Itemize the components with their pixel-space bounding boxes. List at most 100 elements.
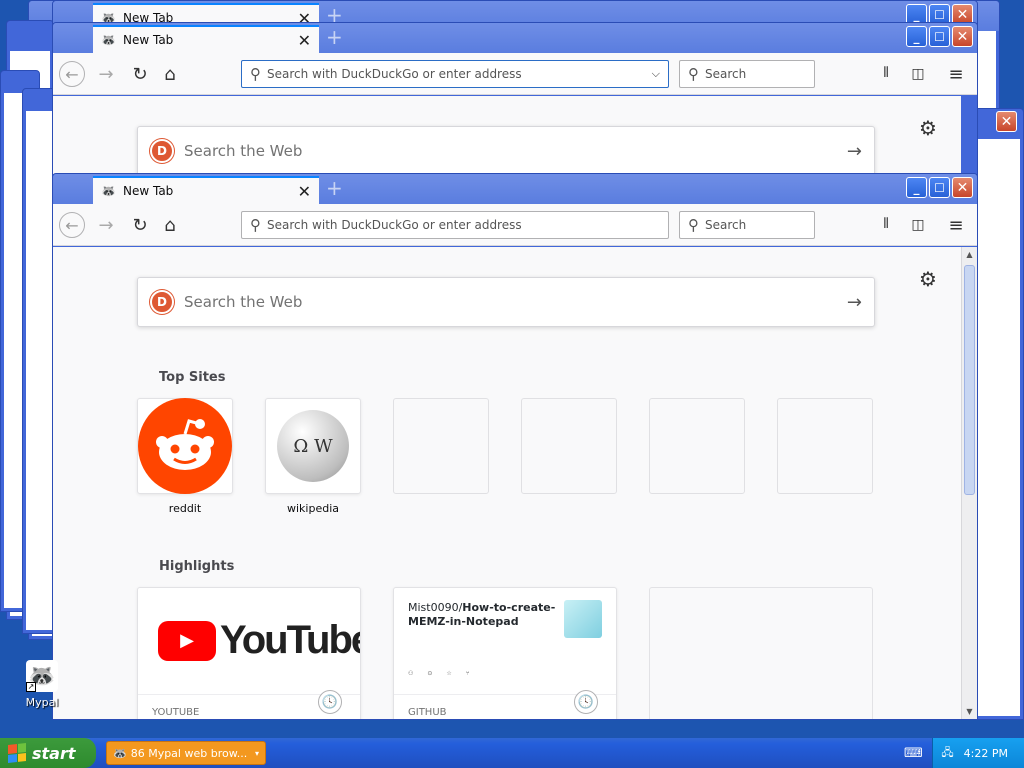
top-site-empty[interactable]: [521, 398, 617, 494]
highlight-card-github[interactable]: Mist0090/How-to-create-MEMZ-in-Notepad ⚇…: [393, 587, 617, 719]
scroll-down-icon[interactable]: ▼: [962, 704, 977, 719]
highlight-card-empty[interactable]: [649, 587, 873, 719]
forward-icon[interactable]: →: [93, 212, 119, 238]
empty-tile[interactable]: [393, 398, 489, 494]
top-site-label: wikipedia: [286, 502, 339, 515]
issues-icon: ⊙: [427, 670, 433, 677]
top-site-reddit[interactable]: reddit: [137, 398, 233, 515]
web-search-placeholder: Search the Web: [184, 142, 303, 160]
shortcut-arrow-icon: ↗: [26, 682, 36, 692]
top-site-empty[interactable]: [649, 398, 745, 494]
address-placeholder: Search with DuckDuckGo or enter address: [267, 67, 522, 81]
chevron-down-icon[interactable]: ⌵: [652, 67, 660, 81]
taskbar-item-label: 86 Mypal web brow...: [130, 746, 248, 760]
mypal-icon: 🦝 ↗: [26, 660, 58, 692]
play-icon: ▶: [158, 620, 216, 661]
library-icon[interactable]: 𝍪: [873, 61, 899, 87]
address-bar[interactable]: ⚲ Search with DuckDuckGo or enter addres…: [241, 211, 669, 239]
contributors-icon: ⚇: [408, 670, 414, 677]
desktop-icon-mypal[interactable]: 🦝 ↗ Mypal: [18, 660, 66, 709]
minimize-icon[interactable]: _: [906, 26, 927, 47]
search-placeholder: Search: [705, 67, 747, 81]
new-tab-button[interactable]: +: [326, 178, 343, 198]
menu-icon[interactable]: ≡: [943, 212, 969, 238]
mypal-favicon-icon: 🦝: [101, 33, 116, 47]
maximize-icon[interactable]: ☐: [929, 26, 950, 47]
search-icon: ⚲: [250, 216, 261, 234]
maximize-icon[interactable]: ☐: [929, 177, 950, 198]
tab-new-tab[interactable]: 🦝 New Tab ✕: [93, 176, 319, 204]
vertical-scrollbar[interactable]: ▲ ▼: [961, 247, 977, 719]
sidebar-icon[interactable]: ◫: [905, 61, 931, 87]
wikipedia-globe-icon: Ω W: [277, 410, 349, 482]
newtab-content: ⚙ D Search the Web → Top Sites reddit Ω …: [53, 247, 961, 719]
clock: 4:22 PM: [963, 746, 1008, 760]
home-icon[interactable]: ⌂: [157, 61, 183, 87]
repo-stats: ⚇ ⊙ ☆ ⑂: [408, 670, 469, 677]
back-icon[interactable]: ←: [59, 212, 85, 238]
scroll-up-icon[interactable]: ▲: [962, 247, 977, 262]
web-search-box[interactable]: D Search the Web →: [137, 126, 875, 176]
desktop-icon-label: Mypal: [25, 696, 59, 709]
top-sites-title: Top Sites: [159, 370, 226, 385]
reload-icon[interactable]: ↻: [127, 61, 153, 87]
chevron-down-icon[interactable]: ▾: [255, 749, 259, 758]
nav-toolbar: ← → ↻ ⌂ ⚲ Search with DuckDuckGo or ente…: [53, 204, 977, 246]
top-site-empty[interactable]: [777, 398, 873, 494]
search-icon: ⚲: [688, 216, 699, 234]
web-search-placeholder: Search the Web: [184, 293, 303, 311]
search-bar[interactable]: ⚲ Search: [679, 211, 815, 239]
gear-icon[interactable]: ⚙: [919, 116, 937, 140]
new-tab-button[interactable]: +: [326, 27, 343, 47]
start-button[interactable]: start: [0, 738, 96, 768]
top-site-empty[interactable]: [393, 398, 489, 494]
repo-avatar: [564, 600, 602, 638]
empty-tile[interactable]: [777, 398, 873, 494]
gear-icon[interactable]: ⚙: [919, 267, 937, 291]
address-bar[interactable]: ⚲ Search with DuckDuckGo or enter addres…: [241, 60, 669, 88]
close-icon[interactable]: ✕: [952, 177, 973, 198]
top-site-tile[interactable]: Ω W: [265, 398, 361, 494]
taskbar: start 🦝 86 Mypal web brow... ▾ ⌨ 🖧 4:22 …: [0, 738, 1024, 768]
web-search-box[interactable]: D Search the Web →: [137, 277, 875, 327]
close-icon[interactable]: ✕: [952, 26, 973, 47]
minimize-icon[interactable]: _: [906, 177, 927, 198]
reload-icon[interactable]: ↻: [127, 212, 153, 238]
home-icon[interactable]: ⌂: [157, 212, 183, 238]
network-icon[interactable]: 🖧: [941, 744, 953, 763]
highlight-card-youtube[interactable]: ▶ YouTube YOUTUBE 🕓: [137, 587, 361, 719]
highlights-title: Highlights: [159, 559, 235, 574]
taskbar-item-mypal[interactable]: 🦝 86 Mypal web brow... ▾: [106, 741, 266, 765]
search-icon: ⚲: [250, 65, 261, 83]
empty-tile[interactable]: [649, 398, 745, 494]
menu-icon[interactable]: ≡: [943, 61, 969, 87]
scroll-thumb[interactable]: [964, 265, 975, 495]
tab-title: New Tab: [123, 184, 174, 198]
repo-title: Mist0090/How-to-create-MEMZ-in-Notepad: [408, 601, 558, 629]
forks-icon: ⑂: [465, 670, 470, 677]
keyboard-icon[interactable]: ⌨: [904, 746, 923, 761]
top-site-label: reddit: [168, 502, 202, 515]
sidebar-icon[interactable]: ◫: [905, 212, 931, 238]
library-icon[interactable]: 𝍪: [873, 212, 899, 238]
browser-window-front[interactable]: 🦝 New Tab ✕ + _ ☐ ✕ ← → ↻ ⌂ ⚲ Search wit…: [52, 173, 978, 720]
close-tab-icon[interactable]: ✕: [298, 31, 311, 50]
nav-toolbar: ← → ↻ ⌂ ⚲ Search with DuckDuckGo or ente…: [53, 53, 977, 95]
top-site-wikipedia[interactable]: Ω W wikipedia: [265, 398, 361, 515]
arrow-right-icon[interactable]: →: [847, 292, 862, 313]
browser-window-middle[interactable]: 🦝 New Tab ✕ + _ ☐ ✕ ← → ↻ ⌂ ⚲ Search wit…: [52, 22, 978, 182]
search-bar[interactable]: ⚲ Search: [679, 60, 815, 88]
duckduckgo-icon: D: [150, 290, 174, 314]
tab-new-tab[interactable]: 🦝 New Tab ✕: [93, 25, 319, 53]
forward-icon[interactable]: →: [93, 61, 119, 87]
close-icon[interactable]: ✕: [996, 111, 1017, 132]
top-site-tile[interactable]: [137, 398, 233, 494]
arrow-right-icon[interactable]: →: [847, 141, 862, 162]
empty-tile[interactable]: [521, 398, 617, 494]
mypal-favicon-icon: 🦝: [101, 184, 116, 198]
close-tab-icon[interactable]: ✕: [298, 182, 311, 201]
youtube-logo: ▶ YouTube: [158, 618, 360, 663]
system-tray: 🖧 4:22 PM: [932, 738, 1024, 768]
back-icon[interactable]: ←: [59, 61, 85, 87]
stars-icon: ☆: [446, 670, 452, 677]
